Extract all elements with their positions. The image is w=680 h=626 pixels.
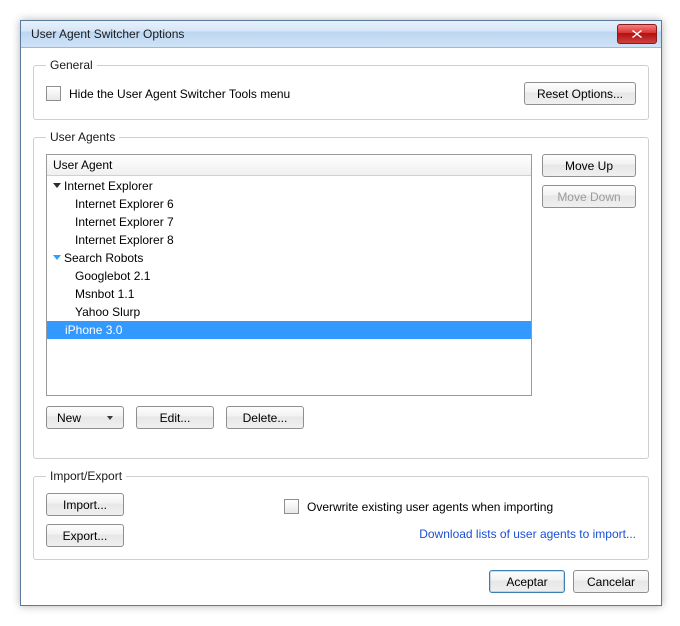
import-export-legend: Import/Export bbox=[46, 469, 126, 483]
move-down-button[interactable]: Move Down bbox=[542, 185, 636, 208]
checkbox-icon bbox=[284, 499, 299, 514]
list-column-header[interactable]: User Agent bbox=[47, 155, 531, 176]
edit-button[interactable]: Edit... bbox=[136, 406, 214, 429]
general-legend: General bbox=[46, 58, 97, 72]
user-agents-group: User Agents User Agent Internet Explorer… bbox=[33, 130, 649, 459]
download-lists-link[interactable]: Download lists of user agents to import.… bbox=[419, 527, 636, 541]
tree-item[interactable]: Yahoo Slurp bbox=[47, 303, 531, 321]
tree-item[interactable]: Googlebot 2.1 bbox=[47, 267, 531, 285]
move-up-button[interactable]: Move Up bbox=[542, 154, 636, 177]
disclosure-triangle-icon bbox=[53, 183, 61, 188]
tree-item[interactable]: Internet Explorer 6 bbox=[47, 195, 531, 213]
general-group: General Hide the User Agent Switcher Too… bbox=[33, 58, 649, 120]
import-export-group: Import/Export Import... Export... Overwr… bbox=[33, 469, 649, 560]
user-agent-tree[interactable]: Internet ExplorerInternet Explorer 6Inte… bbox=[47, 176, 531, 395]
dropdown-caret-icon bbox=[107, 416, 113, 420]
disclosure-triangle-icon bbox=[53, 255, 61, 260]
reset-options-button[interactable]: Reset Options... bbox=[524, 82, 636, 105]
new-button[interactable]: New bbox=[46, 406, 124, 429]
window-title: User Agent Switcher Options bbox=[31, 27, 617, 41]
cancel-button[interactable]: Cancelar bbox=[573, 570, 649, 593]
hide-tools-menu-label: Hide the User Agent Switcher Tools menu bbox=[69, 87, 290, 101]
export-button[interactable]: Export... bbox=[46, 524, 124, 547]
close-icon bbox=[632, 30, 642, 38]
user-agents-legend: User Agents bbox=[46, 130, 119, 144]
tree-item[interactable]: Internet Explorer 7 bbox=[47, 213, 531, 231]
new-button-label: New bbox=[57, 411, 81, 425]
user-agent-list[interactable]: User Agent Internet ExplorerInternet Exp… bbox=[46, 154, 532, 396]
tree-item[interactable]: Search Robots bbox=[47, 249, 531, 267]
dialog-window: User Agent Switcher Options General Hide… bbox=[20, 20, 662, 606]
tree-item[interactable]: Msnbot 1.1 bbox=[47, 285, 531, 303]
tree-item[interactable]: Internet Explorer 8 bbox=[47, 231, 531, 249]
tree-item[interactable]: iPhone 3.0 bbox=[47, 321, 531, 339]
title-bar: User Agent Switcher Options bbox=[21, 21, 661, 48]
ok-button[interactable]: Aceptar bbox=[489, 570, 565, 593]
hide-tools-menu-checkbox[interactable]: Hide the User Agent Switcher Tools menu bbox=[46, 86, 290, 101]
tree-item[interactable]: Internet Explorer bbox=[47, 177, 531, 195]
import-button[interactable]: Import... bbox=[46, 493, 124, 516]
overwrite-label: Overwrite existing user agents when impo… bbox=[307, 500, 553, 514]
overwrite-checkbox[interactable]: Overwrite existing user agents when impo… bbox=[284, 499, 553, 514]
checkbox-icon bbox=[46, 86, 61, 101]
delete-button[interactable]: Delete... bbox=[226, 406, 304, 429]
dialog-button-row: Aceptar Cancelar bbox=[33, 570, 649, 593]
dialog-body: General Hide the User Agent Switcher Too… bbox=[21, 48, 661, 605]
close-button[interactable] bbox=[617, 24, 657, 44]
